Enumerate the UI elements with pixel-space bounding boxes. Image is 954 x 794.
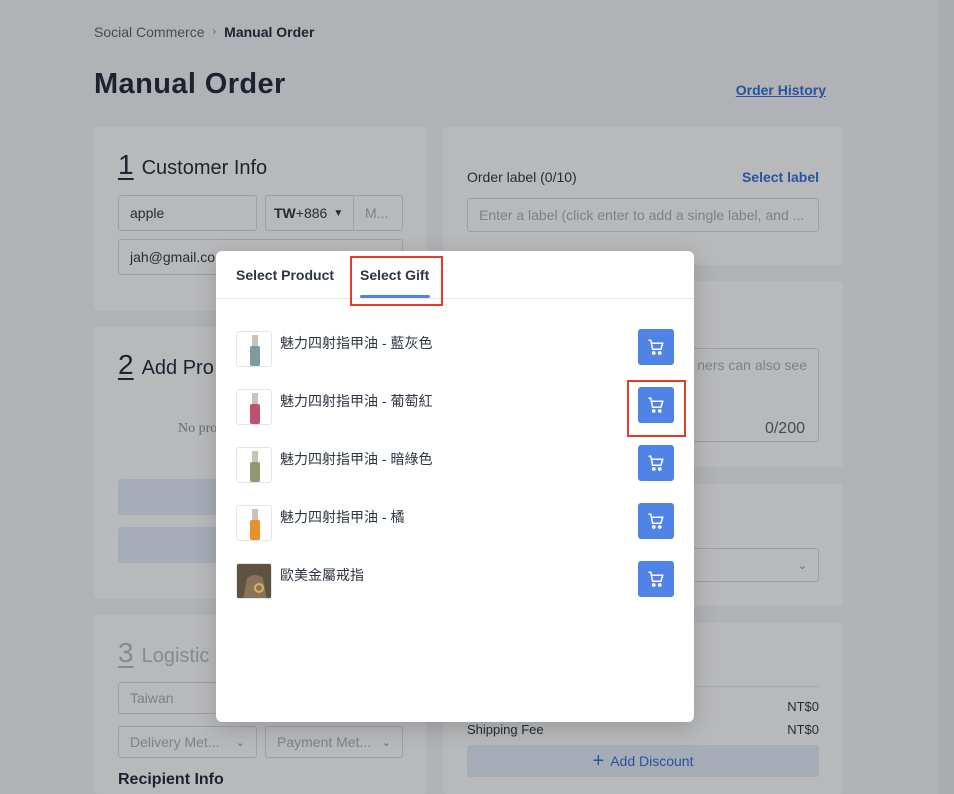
- product-name: 歐美金屬戒指: [280, 567, 364, 583]
- add-to-cart-button[interactable]: [638, 445, 674, 481]
- cart-icon: [648, 571, 664, 587]
- product-row: 魅力四射指甲油 - 藍灰色: [236, 329, 676, 371]
- add-to-cart-button[interactable]: [638, 561, 674, 597]
- tab-select-product[interactable]: Select Product: [236, 267, 334, 283]
- cart-icon: [648, 339, 664, 355]
- product-name: 魅力四射指甲油 - 暗綠色: [280, 451, 433, 467]
- cart-icon: [648, 455, 664, 471]
- cart-icon: [648, 513, 664, 529]
- product-name: 魅力四射指甲油 - 葡萄紅: [280, 393, 433, 409]
- product-thumbnail: [236, 331, 272, 367]
- modal-tabs: Select Product Select Gift: [216, 251, 694, 299]
- product-thumbnail: [236, 447, 272, 483]
- product-row: 魅力四射指甲油 - 葡萄紅: [236, 387, 676, 429]
- add-to-cart-button[interactable]: [638, 503, 674, 539]
- product-thumbnail: [236, 505, 272, 541]
- product-row: 魅力四射指甲油 - 暗綠色: [236, 445, 676, 487]
- product-thumbnail: [236, 563, 272, 599]
- add-to-cart-button[interactable]: [638, 329, 674, 365]
- product-name: 魅力四射指甲油 - 藍灰色: [280, 335, 433, 351]
- product-name: 魅力四射指甲油 - 橘: [280, 509, 405, 525]
- select-gift-modal: Select Product Select Gift 魅力四射指甲油 - 藍灰色…: [216, 251, 694, 722]
- product-thumbnail: [236, 389, 272, 425]
- product-row: 歐美金屬戒指: [236, 561, 676, 603]
- tab-highlight-box: [350, 256, 443, 306]
- product-row: 魅力四射指甲油 - 橘: [236, 503, 676, 545]
- cart-button-highlight-box: [627, 380, 686, 437]
